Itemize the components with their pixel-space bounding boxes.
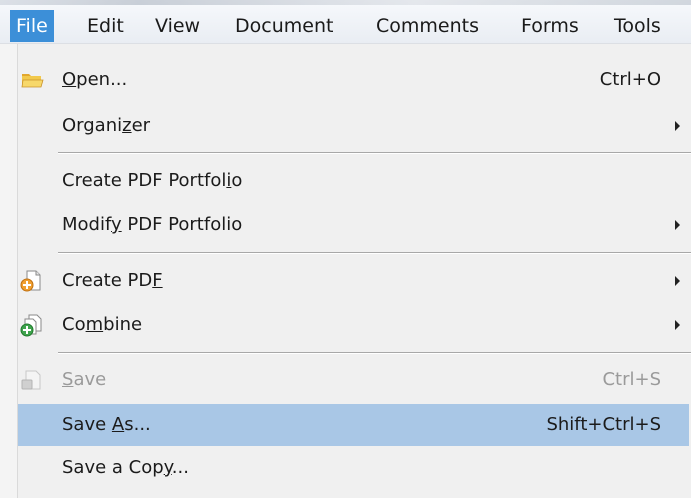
- menu-item-label: Save As...: [62, 414, 151, 435]
- menu-item-label: Modify PDF Portfolio: [62, 214, 243, 235]
- menu-forms[interactable]: Forms: [521, 12, 579, 40]
- menu-item-open[interactable]: Open... Ctrl+O: [0, 59, 691, 101]
- menu-item-label: Save a Copy...: [62, 457, 189, 478]
- menu-document[interactable]: Document: [235, 12, 333, 40]
- menu-item-save-a-copy[interactable]: Save a Copy...: [0, 447, 691, 489]
- menu-item-save-as[interactable]: Save As... Shift+Ctrl+S: [18, 404, 689, 446]
- save-icon: [21, 370, 41, 390]
- create-pdf-icon: [20, 270, 41, 292]
- menu-item-save: Save Ctrl+S: [0, 359, 691, 401]
- menu-tools[interactable]: Tools: [614, 12, 661, 40]
- menu-item-modify-pdf-portfolio[interactable]: Modify PDF Portfolio: [0, 204, 691, 246]
- submenu-arrow-icon: [675, 220, 680, 230]
- combine-icon: [20, 314, 42, 337]
- menu-item-label: Create PDF: [62, 270, 163, 291]
- menu-item-label: Combine: [62, 314, 143, 335]
- menu-comments[interactable]: Comments: [376, 12, 479, 40]
- menu-view[interactable]: View: [155, 12, 200, 40]
- menu-file[interactable]: File: [10, 10, 54, 42]
- menu-separator: [58, 252, 691, 254]
- shortcut-text: Ctrl+S: [602, 369, 661, 390]
- menu-item-organizer[interactable]: Organizer: [0, 105, 691, 147]
- submenu-arrow-icon: [675, 121, 680, 131]
- menu-item-combine[interactable]: Combine: [0, 304, 691, 346]
- menu-separator: [58, 152, 691, 154]
- menu-separator: [58, 352, 691, 354]
- menu-item-label: Organizer: [62, 115, 151, 136]
- menu-item-label: Create PDF Portfolio: [62, 170, 243, 191]
- shortcut-text: Ctrl+O: [599, 69, 661, 90]
- menu-item-create-pdf-portfolio[interactable]: Create PDF Portfolio: [0, 160, 691, 202]
- menubar: File Edit View Document Comments Forms T…: [0, 0, 691, 44]
- menu-item-create-pdf[interactable]: Create PDF: [0, 260, 691, 302]
- menu-item-label: Open...: [62, 69, 128, 90]
- folder-open-icon: [21, 74, 44, 88]
- submenu-arrow-icon: [675, 276, 680, 286]
- menu-edit[interactable]: Edit: [87, 12, 124, 40]
- acrobat-window: File Edit View Document Comments Forms T…: [0, 0, 691, 498]
- shortcut-text: Shift+Ctrl+S: [546, 414, 661, 435]
- menu-item-label: Save: [62, 369, 107, 390]
- submenu-arrow-icon: [675, 320, 680, 330]
